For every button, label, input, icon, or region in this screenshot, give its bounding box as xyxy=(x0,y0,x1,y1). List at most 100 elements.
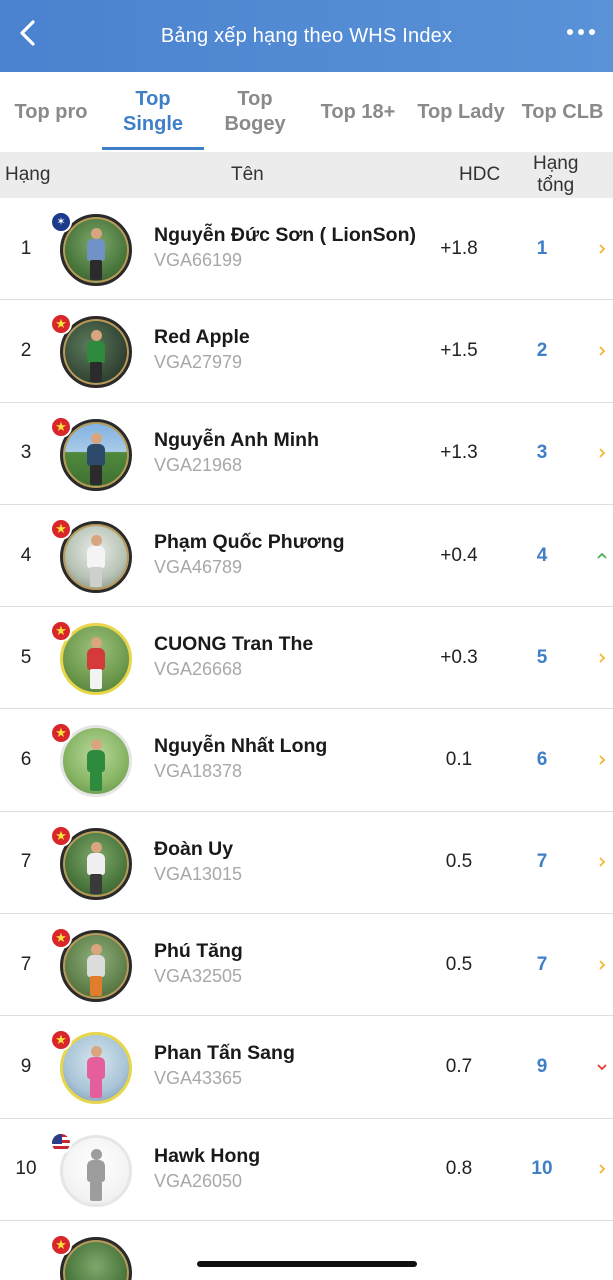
flag-vietnam-icon xyxy=(50,620,72,643)
tab-label: Top pro xyxy=(14,100,88,123)
flag-vietnam-icon xyxy=(50,1233,72,1256)
rank-cell: 7 xyxy=(20,851,32,873)
player-name: Phú Tăng xyxy=(154,940,243,963)
app-header: Bảng xếp hạng theo WHS Index xyxy=(0,0,613,72)
rank-cell: 10 xyxy=(15,1158,37,1180)
avatar xyxy=(50,927,132,1003)
total-rank-cell: 4 xyxy=(536,544,548,566)
total-rank-cell: 5 xyxy=(536,646,548,668)
avatar xyxy=(50,313,132,389)
chevron-down-icon xyxy=(594,1016,610,1117)
flag-usa-icon xyxy=(50,1131,72,1154)
avatar xyxy=(50,1233,132,1280)
tab-top-clb[interactable]: Top CLB xyxy=(512,72,613,152)
player-name: Nguyễn Nhất Long xyxy=(154,735,328,758)
hdc-cell: 0.8 xyxy=(445,1158,473,1180)
hdc-cell: 0.1 xyxy=(445,749,473,771)
player-code: VGA26050 xyxy=(154,1170,243,1191)
column-header-name: Tên xyxy=(231,164,264,185)
player-name: Red Apple xyxy=(154,326,250,349)
page-title: Bảng xếp hạng theo WHS Index xyxy=(160,24,453,47)
table-header: Hạng Tên HDC Hạng tổng xyxy=(0,152,613,198)
hdc-cell: +0.3 xyxy=(440,646,478,668)
table-row[interactable]: 7 Đoàn Uy VGA13015 0.5 7 xyxy=(0,811,613,915)
total-rank-cell: 7 xyxy=(536,851,548,873)
hdc-cell: 0.7 xyxy=(445,1056,473,1078)
avatar xyxy=(50,1131,132,1207)
player-code: VGA21968 xyxy=(154,454,243,475)
table-row[interactable]: 4 Phạm Quốc Phương VGA46789 +0.4 4 xyxy=(0,504,613,608)
table-row[interactable]: 9 Phan Tấn Sang VGA43365 0.7 9 xyxy=(0,1016,613,1119)
avatar xyxy=(50,415,132,491)
hdc-cell: +1.3 xyxy=(440,442,478,464)
hdc-cell: +1.5 xyxy=(440,339,478,361)
tab-label-line1: Top xyxy=(237,88,273,110)
more-horizontal-icon[interactable] xyxy=(565,22,597,42)
hdc-cell: +1.8 xyxy=(440,237,478,259)
player-code: VGA66199 xyxy=(154,250,243,270)
player-code: VGA18378 xyxy=(154,761,243,782)
table-row[interactable]: 6 Nguyễn Nhất Long VGA18378 0.1 6 xyxy=(0,709,613,812)
tab-label: Top CLB xyxy=(521,100,604,123)
table-row[interactable]: 1 Nguyễn Đức Sơn ( LionSon) VGA66199 +1.… xyxy=(0,198,613,301)
tab-top-18plus[interactable]: Top 18+ xyxy=(306,72,410,152)
flag-vietnam-icon xyxy=(50,722,72,745)
tab-label: Top Lady xyxy=(417,100,505,123)
flag-vietnam-icon xyxy=(50,313,72,336)
total-rank-cell: 7 xyxy=(536,953,548,975)
player-name: CUONG Tran The xyxy=(154,633,314,656)
table-row[interactable]: 7 Phú Tăng VGA32505 0.5 7 xyxy=(0,914,613,1017)
tab-label-line2: Bogey xyxy=(224,113,286,135)
column-header-rank: Hạng xyxy=(5,164,51,185)
table-row-partial[interactable] xyxy=(0,1220,613,1280)
chevron-right-icon xyxy=(594,709,610,810)
ranking-list: 1 Nguyễn Đức Sơn ( LionSon) VGA66199 +1.… xyxy=(0,198,613,1280)
tab-label-line2: Single xyxy=(122,113,183,135)
player-name: Hawk Hong xyxy=(154,1144,261,1167)
rank-cell: 7 xyxy=(20,953,32,975)
flag-vietnam-icon xyxy=(50,927,72,950)
tab-top-bogey[interactable]: Top Bogey xyxy=(204,72,306,152)
rank-cell: 6 xyxy=(20,749,32,771)
tab-top-pro[interactable]: Top pro xyxy=(0,72,102,152)
player-code: VGA26668 xyxy=(154,659,243,680)
flag-vietnam-icon xyxy=(50,415,72,438)
avatar xyxy=(50,517,132,593)
column-header-hdc: HDC xyxy=(459,164,501,185)
table-row[interactable]: 2 Red Apple VGA27979 +1.5 2 xyxy=(0,300,613,403)
tab-label: Top 18+ xyxy=(320,100,396,123)
player-name: Đoàn Uy xyxy=(154,837,234,860)
chevron-left-icon[interactable] xyxy=(14,18,44,48)
table-row[interactable]: 3 Nguyễn Anh Minh VGA21968 +1.3 3 xyxy=(0,402,613,505)
player-name: Nguyễn Anh Minh xyxy=(154,428,320,451)
rank-cell: 1 xyxy=(20,237,32,259)
total-rank-cell: 1 xyxy=(536,237,548,259)
player-name: Phạm Quốc Phương xyxy=(154,530,345,553)
table-row[interactable]: 10 Hawk Hong VGA26050 0.8 10 xyxy=(0,1118,613,1221)
avatar xyxy=(50,620,132,696)
table-row[interactable]: 5 CUONG Tran The VGA26668 +0.3 5 xyxy=(0,607,613,710)
rank-cell: 9 xyxy=(20,1056,32,1078)
flag-vietnam-icon xyxy=(50,1029,72,1052)
avatar xyxy=(50,722,132,798)
flag-vietnam-icon xyxy=(50,517,72,540)
player-name: Nguyễn Đức Sơn ( LionSon) xyxy=(154,224,416,246)
total-rank-cell: 10 xyxy=(531,1158,553,1180)
player-name: Phan Tấn Sang xyxy=(154,1042,295,1065)
home-indicator[interactable] xyxy=(197,1261,417,1267)
player-code: VGA27979 xyxy=(154,352,243,373)
player-code: VGA46789 xyxy=(154,556,243,577)
avatar xyxy=(50,824,132,900)
chevron-right-icon xyxy=(594,198,610,299)
chevron-right-icon xyxy=(594,914,610,1015)
chevron-up-icon xyxy=(594,505,610,606)
rank-cell: 5 xyxy=(20,646,32,668)
tab-label-line1: Top xyxy=(135,88,171,110)
tab-top-lady[interactable]: Top Lady xyxy=(410,72,512,152)
chevron-right-icon xyxy=(594,300,610,401)
hdc-cell: 0.5 xyxy=(445,851,473,873)
column-header-total: Hạng tổng xyxy=(533,152,578,198)
column-header-total-line1: Hạng xyxy=(533,153,579,174)
total-rank-cell: 9 xyxy=(536,1056,548,1078)
tab-top-single[interactable]: Top Single xyxy=(102,72,204,152)
